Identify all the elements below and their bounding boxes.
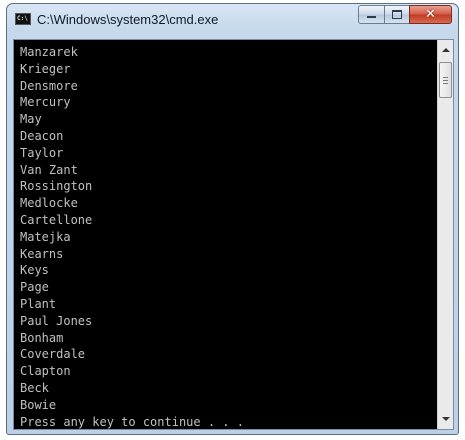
scrollbar-thumb[interactable] (439, 62, 452, 98)
console-line: Paul Jones (20, 313, 93, 328)
caption-buttons: ✕ (358, 5, 452, 24)
console-line: Deacon (20, 128, 64, 143)
console-line: May (20, 112, 42, 127)
scroll-up-arrow-icon (442, 48, 450, 52)
console-output[interactable]: Manzarek Krieger Densmore Mercury May De… (14, 40, 438, 429)
console-line: Bowie (20, 397, 57, 412)
scroll-down-arrow-icon (442, 417, 450, 421)
console-line: Plant (20, 296, 57, 311)
scroll-down-button[interactable] (438, 411, 454, 427)
console-line: Clapton (20, 364, 71, 379)
scroll-up-button[interactable] (438, 42, 454, 58)
console-line: Krieger (20, 61, 71, 76)
maximize-button[interactable] (384, 5, 409, 24)
title-bar[interactable]: C:\ C:\Windows\system32\cmd.exe ✕ (7, 4, 458, 34)
console-line: Densmore (20, 78, 78, 93)
cmd-window: C:\ C:\Windows\system32\cmd.exe ✕ Manzar… (6, 3, 459, 435)
console-icon[interactable]: C:\ (15, 13, 31, 25)
console-line: Matejka (20, 229, 71, 244)
thumb-grip-icon (443, 82, 448, 84)
console-line: Mercury (20, 95, 71, 110)
console-line: Beck (20, 380, 49, 395)
console-line: Page (20, 280, 49, 295)
console-line: Medlocke (20, 196, 78, 211)
console-line: Coverdale (20, 347, 86, 362)
minimize-icon (367, 16, 376, 18)
vertical-scrollbar[interactable] (437, 40, 453, 429)
console-line: Rossington (20, 179, 93, 194)
console-area[interactable]: Manzarek Krieger Densmore Mercury May De… (13, 39, 454, 430)
minimize-button[interactable] (358, 5, 384, 24)
close-button[interactable]: ✕ (409, 5, 452, 24)
console-line: Bonham (20, 330, 64, 345)
console-line: Keys (20, 263, 49, 278)
console-line: Van Zant (20, 162, 78, 177)
maximize-icon (392, 10, 402, 19)
console-line: Kearns (20, 246, 64, 261)
console-line: Taylor (20, 145, 64, 160)
thumb-grip-icon (443, 79, 448, 81)
thumb-grip-icon (443, 76, 448, 78)
console-line: Manzarek (20, 45, 78, 59)
window-title: C:\Windows\system32\cmd.exe (37, 12, 219, 27)
console-line: Cartellone (20, 212, 93, 227)
close-icon: ✕ (425, 7, 436, 22)
console-prompt-line: Press any key to continue . . . (20, 414, 244, 429)
